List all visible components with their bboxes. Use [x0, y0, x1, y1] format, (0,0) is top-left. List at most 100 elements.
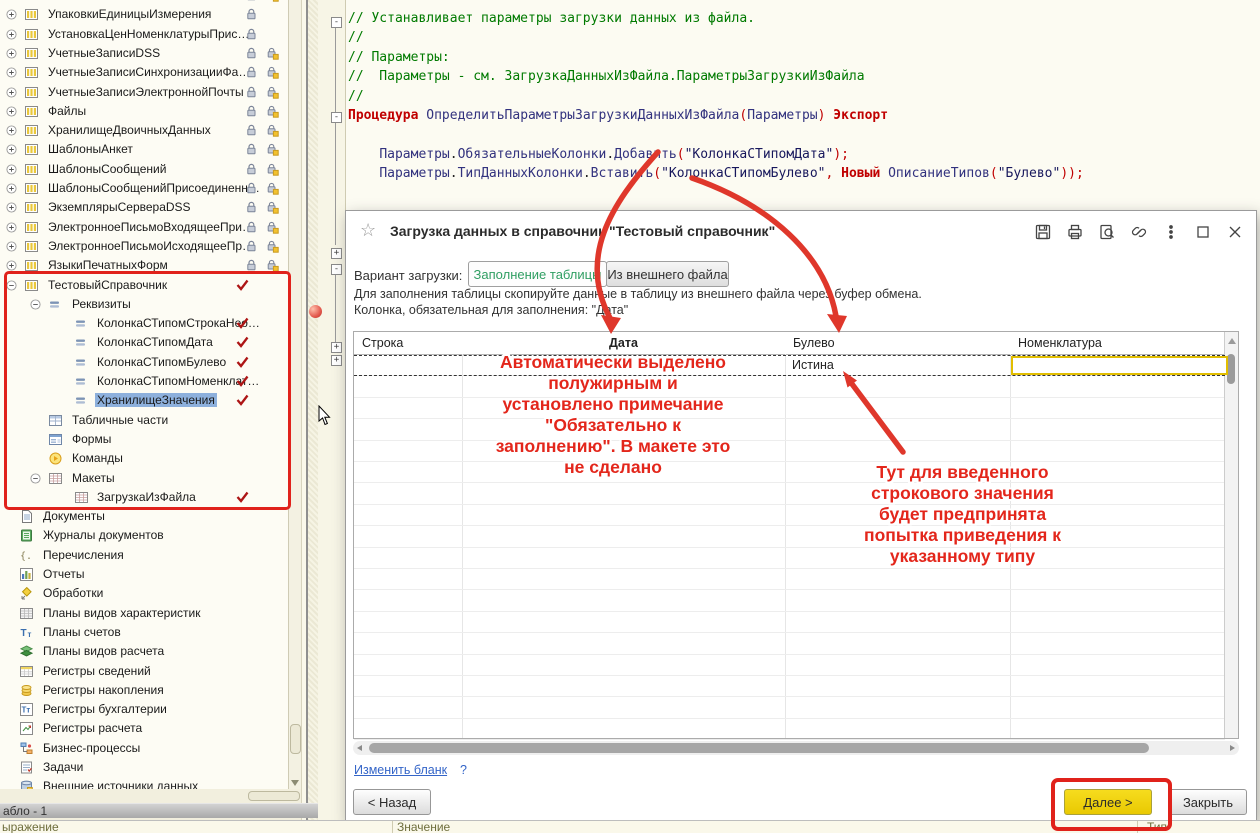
expand-icon[interactable]: [6, 144, 17, 155]
tree-item-label[interactable]: Бизнес-процессы: [41, 741, 142, 755]
tree-item[interactable]: [0, 0, 288, 5]
tree-item[interactable]: Планы видов характеристик: [0, 604, 288, 623]
tree-item-label[interactable]: УстановкаЦенНоменклатурыПрис…: [46, 27, 251, 41]
scroll-right-arrow-icon[interactable]: [1230, 745, 1235, 751]
fold-collapse-icon[interactable]: -: [331, 112, 342, 123]
tree-item-label[interactable]: Перечисления: [41, 548, 126, 562]
tree-item[interactable]: УстановкаЦенНоменклатурыПрис…: [0, 25, 288, 44]
selected-cell[interactable]: [1011, 356, 1228, 375]
tree-item-label[interactable]: Документы: [41, 509, 107, 523]
tree-item-label[interactable]: ШаблоныСообщенийПрисоединенн…: [46, 181, 262, 195]
tree-item[interactable]: Задачи: [0, 758, 288, 777]
tree-item[interactable]: {..}Перечисления: [0, 546, 288, 565]
more-icon[interactable]: [1162, 223, 1180, 241]
tablo-panel-tab[interactable]: абло - 1: [0, 803, 318, 818]
tree-item[interactable]: ШаблоныСообщенийПрисоединенн…: [0, 179, 288, 198]
tree-item[interactable]: Регистры сведений: [0, 662, 288, 681]
column-header-3[interactable]: Булево: [793, 332, 835, 354]
tree-item-label[interactable]: ЭлектронноеПисьмоВходящееПри…: [46, 220, 256, 234]
vertical-scrollbar-thumb[interactable]: [1227, 354, 1235, 384]
expand-icon[interactable]: [6, 241, 17, 252]
tree-item-label[interactable]: Задачи: [41, 760, 85, 774]
tree-item[interactable]: Регистры накопления: [0, 681, 288, 700]
maximize-icon[interactable]: [1194, 223, 1212, 241]
table-cell-value[interactable]: Истина: [792, 358, 834, 372]
tree-item-label[interactable]: ХранилищеДвоичныхДанных: [46, 123, 213, 137]
back-button[interactable]: < Назад: [353, 789, 431, 815]
tree-item-label[interactable]: ШаблоныАнкет: [46, 142, 135, 156]
table-vertical-scrollbar[interactable]: [1224, 332, 1238, 738]
tree-item[interactable]: Регистры расчета: [0, 719, 288, 738]
fold-collapse-icon[interactable]: -: [331, 264, 342, 275]
tree-item-label[interactable]: ЭкземплярыСервераDSS: [46, 200, 193, 214]
expand-icon[interactable]: [6, 202, 17, 213]
tree-item-label[interactable]: Регистры накопления: [41, 683, 166, 697]
expand-icon[interactable]: [6, 9, 17, 20]
tree-item[interactable]: УчетныеЗаписиСинхронизацииФа…: [0, 63, 288, 82]
tree-item-label[interactable]: УчетныеЗаписиDSS: [46, 46, 162, 60]
scroll-up-arrow-icon[interactable]: [1228, 338, 1236, 344]
scroll-left-arrow-icon[interactable]: [357, 745, 362, 751]
tree-item[interactable]: УпаковкиЕдиницыИзмерения: [0, 5, 288, 24]
tree-item[interactable]: УчетныеЗаписиDSS: [0, 44, 288, 63]
tree-item-label[interactable]: Регистры бухгалтерии: [41, 702, 169, 716]
tree-item[interactable]: ХранилищеДвоичныхДанных: [0, 121, 288, 140]
expand-icon[interactable]: [6, 125, 17, 136]
tree-item[interactable]: ШаблоныСообщений: [0, 160, 288, 179]
column-header-1[interactable]: Строка: [362, 332, 403, 354]
expand-icon[interactable]: [6, 164, 17, 175]
help-link[interactable]: ?: [460, 763, 467, 777]
tree-item[interactable]: ЭкземплярыСервераDSS: [0, 198, 288, 217]
close-button[interactable]: Закрыть: [1169, 789, 1247, 815]
table-horizontal-scrollbar[interactable]: [353, 741, 1239, 755]
panel-splitter[interactable]: [308, 0, 318, 833]
tree-item-label[interactable]: УчетныеЗаписиЭлектроннойПочты: [46, 85, 246, 99]
expand-icon[interactable]: [6, 48, 17, 59]
close-icon[interactable]: [1226, 223, 1244, 241]
tree-item[interactable]: Отчеты: [0, 565, 288, 584]
horizontal-scrollbar-thumb[interactable]: [369, 743, 1149, 753]
tree-item-label[interactable]: ЭлектронноеПисьмоИсходящееПр…: [46, 239, 256, 253]
tree-item-label[interactable]: Журналы документов: [41, 528, 166, 542]
tree-item-label[interactable]: ШаблоныСообщений: [46, 162, 168, 176]
tree-item[interactable]: ТтПланы счетов: [0, 623, 288, 642]
print-icon[interactable]: [1066, 223, 1084, 241]
tree-item[interactable]: Журналы документов: [0, 526, 288, 545]
tree-item-label[interactable]: Отчеты: [41, 567, 86, 581]
favorite-star-icon[interactable]: ☆: [360, 220, 376, 241]
tree-item[interactable]: ЭлектронноеПисьмоИсходящееПр…: [0, 237, 288, 256]
expand-icon[interactable]: [6, 67, 17, 78]
tree-item-label[interactable]: Регистры сведений: [41, 664, 153, 678]
tree-item-label[interactable]: Обработки: [41, 586, 105, 600]
tab-external-file[interactable]: Из внешнего файла: [606, 261, 729, 287]
tree-vertical-scrollbar-thumb[interactable]: [290, 724, 301, 754]
preview-icon[interactable]: [1098, 223, 1116, 241]
expand-icon[interactable]: [6, 106, 17, 117]
tree-item-label[interactable]: Файлы: [46, 104, 88, 118]
tree-item[interactable]: Бизнес-процессы: [0, 739, 288, 758]
tree-item[interactable]: Планы видов расчета: [0, 642, 288, 661]
fold-collapse-icon[interactable]: -: [331, 17, 342, 28]
tree-item[interactable]: ШаблоныАнкет: [0, 140, 288, 159]
edit-form-link[interactable]: Изменить бланк: [354, 763, 447, 777]
tree-item[interactable]: ТтРегистры бухгалтерии: [0, 700, 288, 719]
tab-fill-table[interactable]: Заполнение таблицы: [468, 261, 607, 287]
tree-item-label[interactable]: Планы счетов: [41, 625, 123, 639]
tree-item[interactable]: ЭлектронноеПисьмоВходящееПри…: [0, 218, 288, 237]
tree-item-label[interactable]: УпаковкиЕдиницыИзмерения: [46, 7, 213, 21]
tree-item[interactable]: УчетныеЗаписиЭлектроннойПочты: [0, 83, 288, 102]
fold-expand-icon[interactable]: +: [331, 342, 342, 353]
tree-item-label[interactable]: Планы видов расчета: [41, 644, 166, 658]
column-header-2[interactable]: Дата: [462, 332, 785, 354]
save-icon[interactable]: [1034, 223, 1052, 241]
link-icon[interactable]: [1130, 223, 1148, 241]
expand-icon[interactable]: [6, 87, 17, 98]
tree-scroll-down-arrow-icon[interactable]: [291, 780, 299, 786]
expand-icon[interactable]: [6, 222, 17, 233]
column-header-4[interactable]: Номенклатура: [1018, 332, 1102, 354]
tree-item[interactable]: Обработки: [0, 584, 288, 603]
fold-expand-icon[interactable]: +: [331, 248, 342, 259]
tree-item-label[interactable]: УчетныеЗаписиСинхронизацииФа…: [46, 65, 252, 79]
tree-item-label[interactable]: Внешние источники данных: [41, 779, 200, 789]
expand-icon[interactable]: [6, 29, 17, 40]
